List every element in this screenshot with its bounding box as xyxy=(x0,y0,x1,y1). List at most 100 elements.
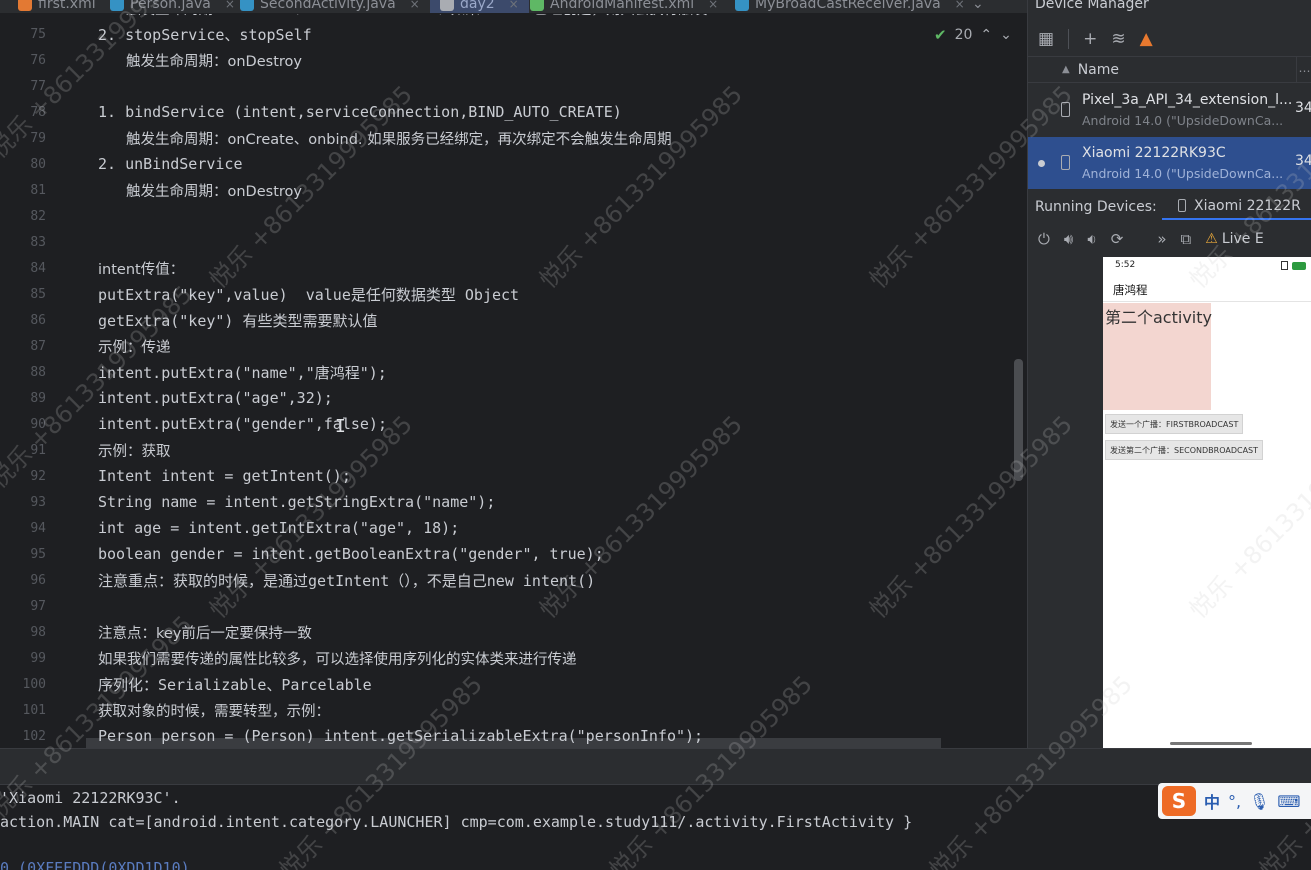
code-line[interactable]: 85 putExtra("key",value) value是任何数据类型 Obj… xyxy=(0,281,1000,307)
code-editor[interactable]: ✔ 20 ⌃ ⌄ I 触发生命周期：onCreate、onStartComman… xyxy=(0,14,1027,748)
running-device-tab[interactable]: Xiaomi 22122R xyxy=(1162,193,1311,220)
app-bar-divider xyxy=(1103,301,1311,302)
code-text: String name = intent.getStringExtra("nam… xyxy=(98,493,496,511)
device-name: Xiaomi 22122RK93C xyxy=(1082,145,1226,161)
editor-tab[interactable]: Person.java × xyxy=(110,0,235,13)
code-line[interactable]: 80 2. unBindService xyxy=(0,151,1000,177)
line-number: 101 xyxy=(22,702,46,718)
java-class-icon xyxy=(735,0,749,11)
line-number: 93 xyxy=(30,494,46,510)
code-line[interactable]: 76 触发生命周期：onDestroy xyxy=(0,47,1000,73)
code-line[interactable]: 100 序列化：Serializable、Parcelable xyxy=(0,671,1000,697)
editor-tab[interactable]: SecondActivity.java × xyxy=(240,0,420,13)
code-line[interactable]: 91 示例：获取 xyxy=(0,437,1000,463)
code-text: 序列化：Serializable、Parcelable xyxy=(98,675,372,694)
code-line[interactable]: 99 如果我们需要传递的属性比较多，可以选择使用序列化的实体类来进行传递 xyxy=(0,645,1000,671)
code-line[interactable]: 89 intent.putExtra("age",32); xyxy=(0,385,1000,411)
device-row[interactable]: Xiaomi 22122RK93C Android 14.0 ("UpsideDo… xyxy=(1028,137,1311,189)
code-line[interactable]: 86 getExtra("key") 有些类型需要默认值 xyxy=(0,307,1000,333)
close-tab-icon[interactable]: × xyxy=(708,0,718,11)
live-edit-label: Live E xyxy=(1221,231,1264,247)
code-line[interactable]: 102 Person person = (Person) intent.getSe… xyxy=(0,723,1000,748)
ime-punct-label[interactable]: °, xyxy=(1228,792,1241,811)
line-number: 84 xyxy=(30,260,46,276)
close-tab-icon[interactable]: × xyxy=(509,0,519,11)
code-line[interactable]: 87 示例：传递 xyxy=(0,333,1000,359)
add-device-icon[interactable]: + xyxy=(1083,29,1097,49)
line-number: 89 xyxy=(30,390,46,406)
code-line[interactable]: 93 String name = intent.getStringExtra("n… xyxy=(0,489,1000,515)
code-line[interactable]: 94 int age = intent.getIntExtra("age", 18… xyxy=(0,515,1000,541)
phone-icon xyxy=(1178,199,1186,212)
line-number: 75 xyxy=(30,26,46,42)
code-line[interactable]: 77 xyxy=(0,73,1000,99)
screenshot-icon[interactable]: ⧉ xyxy=(1181,230,1192,248)
tab-label: day2 xyxy=(460,0,495,12)
send-second-broadcast-button[interactable]: 发送第二个广播：SECONDBROADCAST xyxy=(1105,440,1264,460)
sort-up-icon[interactable]: ▲ xyxy=(1062,64,1070,75)
device-screen[interactable]: 5:52 唐鸿程 第二个activity 发送一个广播：FIRSTBROADCA… xyxy=(1103,257,1311,748)
code-line[interactable]: 触发生命周期：onCreate、onStartCommand、如果Service… xyxy=(0,14,1000,21)
code-text: intent.putExtra("gender",false); xyxy=(98,415,387,433)
column-name-label[interactable]: Name xyxy=(1078,62,1119,78)
rotate-icon[interactable]: ⟳ xyxy=(1111,230,1124,248)
ime-mode-label[interactable]: 中 xyxy=(1204,789,1220,813)
code-line[interactable]: 84 intent传值： xyxy=(0,255,1000,281)
gesture-nav-bar xyxy=(1170,742,1252,745)
volume-up-icon[interactable]: 🔊︎ xyxy=(1064,230,1073,248)
code-line[interactable]: 98 注意点：key前后一定要保持一致 xyxy=(0,619,1000,645)
code-line[interactable]: 88 intent.putExtra("name","唐鸿程"); xyxy=(0,359,1000,385)
more-columns-icon[interactable]: … xyxy=(1296,57,1311,82)
code-line[interactable]: 90 intent.putExtra("gender",false); xyxy=(0,411,1000,437)
phone-icon xyxy=(1061,102,1070,117)
live-edit-button[interactable]: ⚠ Live E xyxy=(1205,231,1263,247)
editor-scrollbar[interactable] xyxy=(1014,359,1023,481)
editor-tab[interactable]: day2 × xyxy=(430,0,529,13)
line-number: 87 xyxy=(30,338,46,354)
code-line[interactable]: 81 触发生命周期：onDestroy xyxy=(0,177,1000,203)
code-line[interactable]: 82 xyxy=(0,203,1000,229)
volume-down-icon[interactable]: 🔉︎ xyxy=(1087,230,1096,248)
run-console-toolbar xyxy=(0,749,1311,785)
code-line[interactable]: 83 xyxy=(0,229,1000,255)
firebase-icon[interactable]: ▲ xyxy=(1140,29,1153,49)
code-line[interactable]: 97 xyxy=(0,593,1000,619)
overflow-icon[interactable]: » xyxy=(1157,230,1166,248)
code-text: 获取对象的时候，需要转型，示例： xyxy=(98,703,330,720)
close-tab-icon[interactable]: × xyxy=(955,0,965,11)
device-name: Pixel_3a_API_34_extension_l... xyxy=(1082,92,1293,108)
device-manager-toolbar: ▦ + ≋ ▲ xyxy=(1028,22,1311,56)
microphone-icon[interactable]: 🎙︎ xyxy=(1249,792,1269,811)
close-tab-icon[interactable]: × xyxy=(410,0,420,11)
next-highlight-icon[interactable]: ⌄ xyxy=(1000,27,1012,43)
code-line[interactable]: 78 1. bindService (intent,serviceConnecti… xyxy=(0,99,1000,125)
send-first-broadcast-button[interactable]: 发送一个广播：FIRSTBROADCAST xyxy=(1105,414,1244,434)
code-text: Intent intent = getIntent(); xyxy=(98,467,351,485)
wifi-pair-icon[interactable]: ≋ xyxy=(1111,29,1125,49)
running-devices-label: Running Devices: xyxy=(1035,198,1157,215)
power-icon[interactable]: ⏻ xyxy=(1038,230,1050,248)
tab-list-chevron-icon[interactable]: ⌄ xyxy=(972,0,984,13)
editor-tab[interactable]: MyBroadCastReceiver.java × xyxy=(735,0,965,13)
device-row[interactable]: Pixel_3a_API_34_extension_l... Android 14… xyxy=(1028,84,1311,136)
code-line[interactable]: 95 boolean gender = intent.getBooleanExtr… xyxy=(0,541,1000,567)
editor-tab[interactable]: AndroidManifest.xml × xyxy=(530,0,718,13)
device-group-icon[interactable]: ▦ xyxy=(1038,29,1054,49)
editor-tab[interactable]: first.xml× xyxy=(18,0,120,13)
code-line[interactable]: 79 触发生命周期：onCreate、onbind. 如果服务已经绑定，再次绑定不… xyxy=(0,125,1000,151)
run-console-panel: 'Xiaomi 22122RK93C'. action.MAIN cat=[an… xyxy=(0,748,1311,870)
line-number: 95 xyxy=(30,546,46,562)
app-bar-title: 唐鸿程 xyxy=(1113,283,1148,297)
line-number: 90 xyxy=(30,416,46,432)
tab-label: AndroidManifest.xml xyxy=(550,0,695,12)
line-number: 99 xyxy=(30,650,46,666)
keyboard-icon[interactable]: ⌨ xyxy=(1277,792,1300,811)
close-tab-icon[interactable]: × xyxy=(225,0,235,11)
code-text: 如果我们需要传递的属性比较多，可以选择使用序列化的实体类来进行传递 xyxy=(98,651,577,668)
code-line[interactable]: 96 注意重点：获取的时候，是通过getIntent（），不是自己new inte… xyxy=(0,567,1000,593)
sim-icon xyxy=(1281,261,1288,270)
code-line[interactable]: 92 Intent intent = getIntent(); xyxy=(0,463,1000,489)
input-method-bar[interactable]: S 中 °, 🎙︎ ⌨ xyxy=(1158,783,1311,819)
code-line[interactable]: 75 2. stopService、stopSelf xyxy=(0,21,1000,47)
code-line[interactable]: 101 获取对象的时候，需要转型，示例： xyxy=(0,697,1000,723)
